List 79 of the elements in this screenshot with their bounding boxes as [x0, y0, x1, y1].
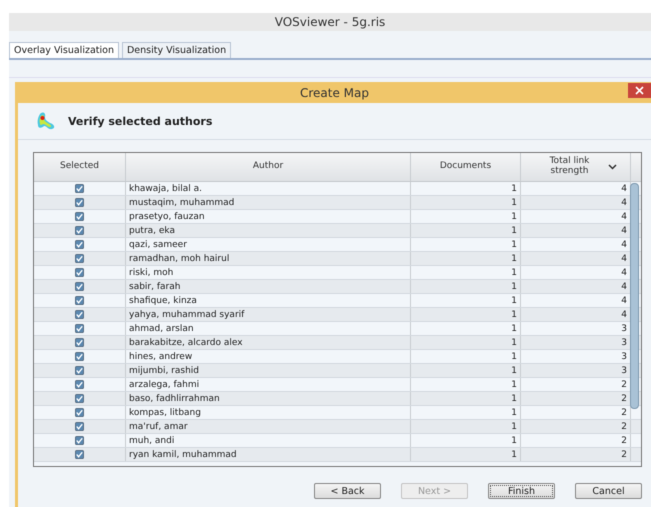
table-cell: 1: [411, 434, 521, 447]
table-cell: 1: [411, 280, 521, 293]
table-cell: khawaja, bilal a.: [126, 182, 411, 195]
checkbox[interactable]: [75, 380, 84, 389]
checkbox[interactable]: [75, 436, 84, 445]
table-cell: 1: [411, 448, 521, 461]
column-header[interactable]: Author: [126, 153, 411, 181]
table-cell: 2: [521, 434, 631, 447]
checkbox[interactable]: [75, 394, 84, 403]
table-cell: mustaqim, muhammad: [126, 196, 411, 209]
table-cell: 1: [411, 308, 521, 321]
table-cell: kompas, litbang: [126, 406, 411, 419]
table-cell: ryan kamil, muhammad: [126, 448, 411, 461]
checkbox[interactable]: [75, 184, 84, 193]
column-header[interactable]: Total link strength: [521, 153, 631, 181]
checkbox[interactable]: [75, 268, 84, 277]
close-button[interactable]: [628, 83, 651, 98]
checkbox[interactable]: [75, 282, 84, 291]
table-cell: 1: [411, 238, 521, 251]
table-cell: 1: [411, 196, 521, 209]
table-cell: 1: [411, 322, 521, 335]
step-heading: Verify selected authors: [68, 114, 212, 128]
table-cell: muh, andi: [126, 434, 411, 447]
checkbox[interactable]: [75, 366, 84, 375]
tab[interactable]: Overlay Visualization: [9, 42, 119, 58]
table-cell: 1: [411, 420, 521, 433]
table-cell: ahmad, arslan: [126, 322, 411, 335]
table-cell: ma'ruf, amar: [126, 420, 411, 433]
table-cell: 2: [521, 448, 631, 461]
table-cell: shafique, kinza: [126, 294, 411, 307]
checkbox[interactable]: [75, 198, 84, 207]
tab[interactable]: Density Visualization: [122, 42, 232, 58]
checkbox[interactable]: [75, 212, 84, 221]
checkbox[interactable]: [75, 296, 84, 305]
scrollbar-thumb[interactable]: [630, 183, 639, 409]
window-title: VOSviewer - 5g.ris: [9, 13, 651, 31]
table-cell: yahya, muhammad syarif: [126, 308, 411, 321]
wizard-button[interactable]: < Back: [314, 483, 381, 499]
table-cell: 1: [411, 252, 521, 265]
table-cell: sabir, farah: [126, 280, 411, 293]
table-cell: 1: [411, 406, 521, 419]
table-cell: ramadhan, moh hairul: [126, 252, 411, 265]
table-cell: putra, eka: [126, 224, 411, 237]
table-cell: 1: [411, 182, 521, 195]
checkbox[interactable]: [75, 422, 84, 431]
table-cell: barakabitze, alcardo alex: [126, 336, 411, 349]
checkbox[interactable]: [75, 408, 84, 417]
table-cell: 1: [411, 364, 521, 377]
wizard-button[interactable]: Cancel: [575, 483, 642, 499]
table-cell: 1: [411, 294, 521, 307]
wizard-button[interactable]: Finish: [488, 483, 555, 499]
table-cell: qazi, sameer: [126, 238, 411, 251]
table-cell: hines, andrew: [126, 350, 411, 363]
table-cell: 2: [521, 420, 631, 433]
column-header[interactable]: Documents: [411, 153, 521, 181]
table-cell: arzalega, fahmi: [126, 378, 411, 391]
table-cell: 1: [411, 392, 521, 405]
checkbox[interactable]: [75, 226, 84, 235]
table-cell: prasetyo, fauzan: [126, 210, 411, 223]
column-header[interactable]: Selected: [34, 153, 126, 181]
checkbox[interactable]: [75, 352, 84, 361]
checkbox[interactable]: [75, 324, 84, 333]
table-cell: mijumbi, rashid: [126, 364, 411, 377]
table-cell: riski, moh: [126, 266, 411, 279]
dialog-title: Create Map: [300, 86, 369, 100]
table-cell: 1: [411, 266, 521, 279]
checkbox[interactable]: [75, 450, 84, 459]
table-cell: 1: [411, 350, 521, 363]
sort-caret-icon: [608, 164, 616, 170]
table-cell: 1: [411, 336, 521, 349]
table-cell: 1: [411, 378, 521, 391]
table-cell: baso, fadhlirrahman: [126, 392, 411, 405]
checkbox[interactable]: [75, 240, 84, 249]
table-cell: 1: [411, 224, 521, 237]
checkbox[interactable]: [75, 254, 84, 263]
close-icon: [635, 86, 644, 95]
table-cell: 1: [411, 210, 521, 223]
checkbox[interactable]: [75, 338, 84, 347]
checkbox[interactable]: [75, 310, 84, 319]
